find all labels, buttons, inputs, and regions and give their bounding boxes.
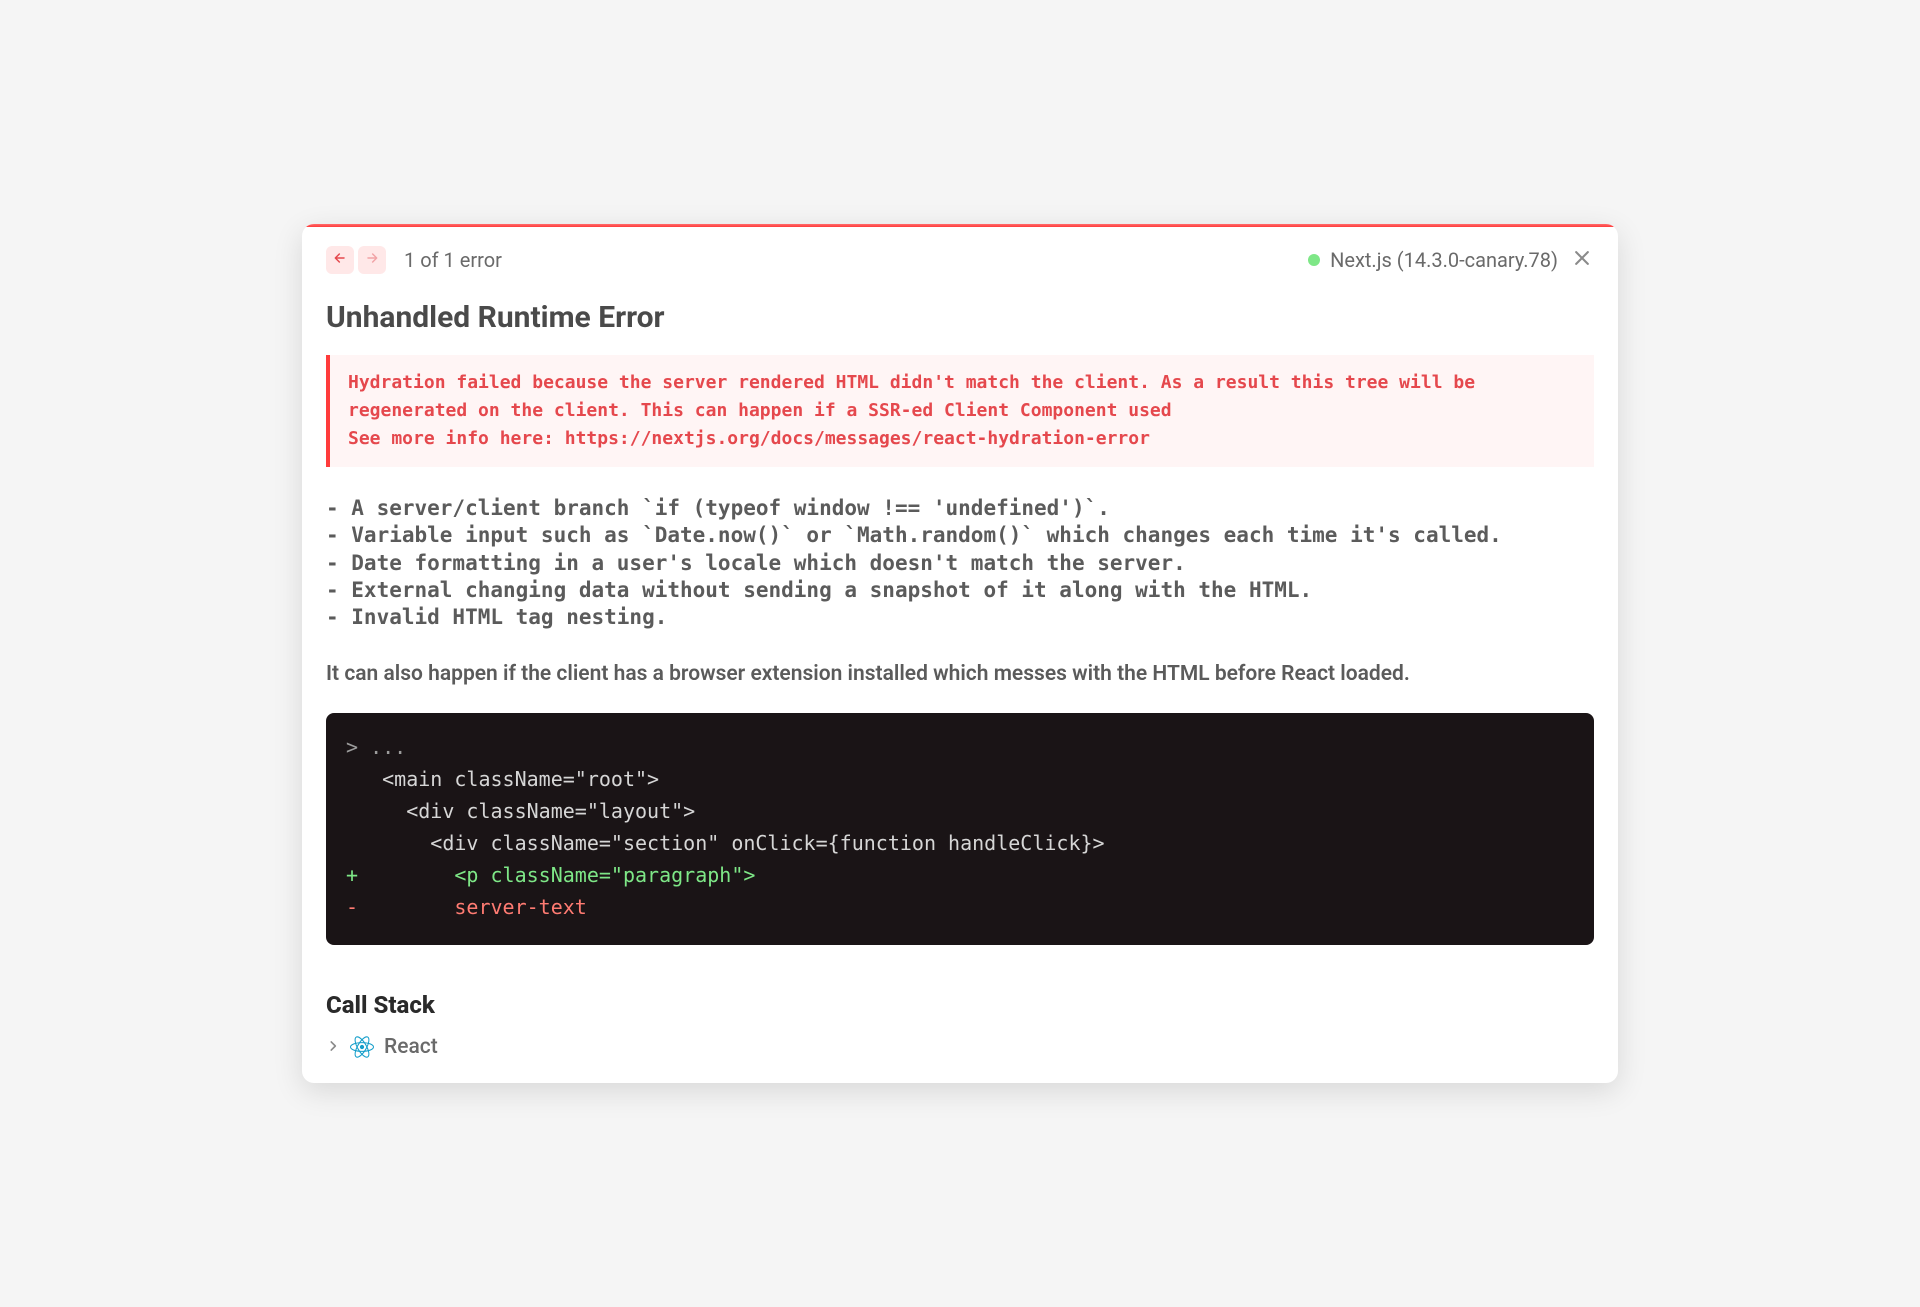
- code-line: <main className="root">: [346, 767, 659, 791]
- arrow-left-icon: [332, 250, 348, 270]
- arrow-right-icon: [364, 250, 380, 270]
- top-accent-bar: [302, 224, 1618, 227]
- code-line: <div className="section" onClick={functi…: [346, 831, 1105, 855]
- close-icon: [1572, 248, 1592, 272]
- code-line: > ...: [346, 735, 406, 759]
- close-button[interactable]: [1570, 248, 1594, 272]
- hydration-extension-note: It can also happen if the client has a b…: [302, 639, 1618, 712]
- cause-item: - A server/client branch `if (typeof win…: [326, 495, 1594, 522]
- call-stack-section: Call Stack React: [302, 945, 1618, 1083]
- framework-version-label: Next.js (14.3.0-canary.78): [1330, 248, 1558, 272]
- status-dot-icon: [1308, 254, 1320, 266]
- framework-version-badge: Next.js (14.3.0-canary.78): [1308, 248, 1558, 272]
- error-count-label: 1 of 1 error: [404, 248, 502, 272]
- error-nav-group: [326, 246, 386, 274]
- cause-item: - Date formatting in a user's locale whi…: [326, 550, 1594, 577]
- hydration-diff-codebox: > ... <main className="root"> <div class…: [326, 713, 1594, 945]
- code-line-added: + <p className="paragraph">: [346, 863, 755, 887]
- error-overlay-dialog: 1 of 1 error Next.js (14.3.0-canary.78) …: [302, 224, 1618, 1082]
- code-line: <div className="layout">: [346, 799, 695, 823]
- cause-item: - Variable input such as `Date.now()` or…: [326, 522, 1594, 549]
- cause-item: - External changing data without sending…: [326, 577, 1594, 604]
- react-icon: [350, 1035, 374, 1059]
- prev-error-button[interactable]: [326, 246, 354, 274]
- error-message-banner: Hydration failed because the server rend…: [326, 355, 1594, 467]
- chevron-right-icon: [326, 1035, 340, 1059]
- next-error-button[interactable]: [358, 246, 386, 274]
- call-stack-item-label: React: [384, 1035, 438, 1059]
- call-stack-title: Call Stack: [326, 991, 1594, 1019]
- error-message-line1: Hydration failed because the server rend…: [348, 372, 1486, 421]
- hydration-causes-list: - A server/client branch `if (typeof win…: [302, 467, 1618, 639]
- call-stack-item[interactable]: React: [326, 1035, 1594, 1059]
- dialog-header: 1 of 1 error Next.js (14.3.0-canary.78): [302, 224, 1618, 286]
- code-line-removed: - server-text: [346, 895, 587, 919]
- error-message-line2: See more info here: https://nextjs.org/d…: [348, 428, 1150, 449]
- cause-item: - Invalid HTML tag nesting.: [326, 604, 1594, 631]
- error-title: Unhandled Runtime Error: [302, 286, 1618, 355]
